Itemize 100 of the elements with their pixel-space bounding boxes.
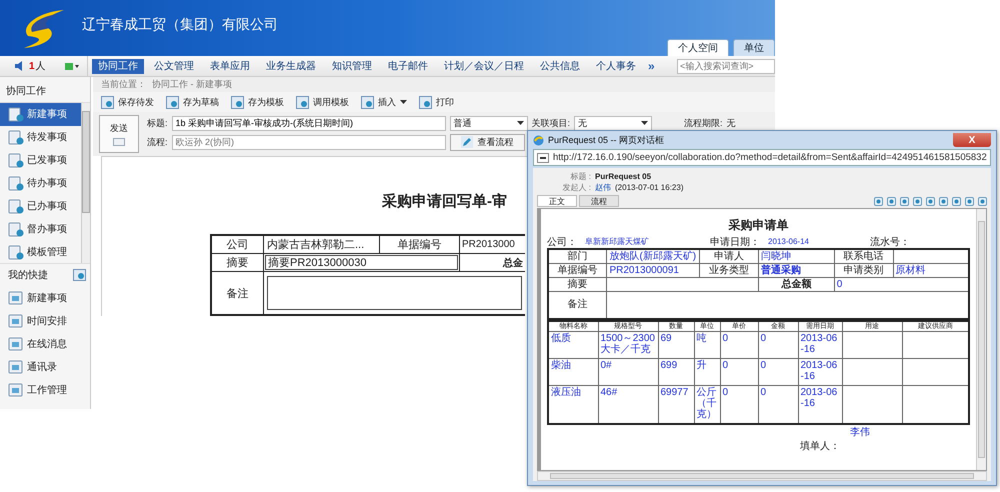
breadcrumb-path: 协同工作 - 新建事项 xyxy=(152,78,232,91)
content-tab[interactable]: 流程 xyxy=(579,195,619,207)
dialog-title: PurRequest 05 -- 网页对话框 xyxy=(548,134,664,146)
nav-item[interactable]: 公共信息 xyxy=(534,58,586,74)
toolbar-button[interactable]: 保存待发 xyxy=(101,96,154,108)
nav-item[interactable]: 公文管理 xyxy=(148,58,200,74)
sidebar-item[interactable]: 督办事项 xyxy=(0,217,81,240)
sidebar-item[interactable]: 已办事项 xyxy=(0,194,81,218)
toolbar-button[interactable]: 调用模板 xyxy=(296,96,349,108)
nav-item[interactable]: 表单应用 xyxy=(204,58,256,74)
breadcrumb-label: 当前位置： xyxy=(101,78,146,91)
sidebar-item[interactable]: 新建事项 xyxy=(0,103,81,126)
serial-label: 流水号： xyxy=(870,236,910,248)
sidebar-item[interactable]: 待发事项 xyxy=(0,126,81,149)
shortcut-item[interactable]: 新建事项 xyxy=(0,286,90,309)
status-icon[interactable] xyxy=(65,62,79,70)
deadline-value: 无 xyxy=(726,116,736,130)
toolbar-button[interactable]: 存为草稿 xyxy=(166,96,219,108)
company-value: 阜新新邱露天煤矿 xyxy=(585,236,649,247)
table-cell: 联系电话 xyxy=(834,249,894,264)
toolbar-icon[interactable] xyxy=(913,196,922,206)
envelope-icon xyxy=(113,138,125,146)
date-value: 2013-06-14 xyxy=(768,237,809,246)
related-select[interactable]: 无 xyxy=(574,116,652,130)
url-text: http://172.16.0.190/seeyon/collaboration.do?method=detail&from=Sent&affairId=424951461581505832 xyxy=(553,152,987,163)
date-label: 申请日期： xyxy=(710,236,760,248)
toolbar-icon[interactable] xyxy=(900,196,909,206)
shortcut-item[interactable]: 通讯录 xyxy=(0,355,90,378)
subject-field[interactable]: 1b 采购申请回写单-审核成功-(系统日期时间) xyxy=(172,116,446,130)
table-cell: 0 xyxy=(722,333,728,344)
page-icon xyxy=(537,152,549,162)
table-cell: 2013-06-16 xyxy=(800,360,838,382)
address-bar[interactable]: http://172.16.0.190/seeyon/collaboration.do?method=detail&from=Sent&affairId=424951461581505832 xyxy=(533,149,991,166)
scrollbar[interactable] xyxy=(537,471,987,481)
subject-value: PurRequest 05 xyxy=(595,172,652,181)
sent-time: (2013-07-01 16:23) xyxy=(615,183,684,192)
table-cell: 备注 xyxy=(212,272,264,314)
company-label: 公司： xyxy=(547,236,577,248)
table-cell: 0 xyxy=(722,360,728,371)
nav-item[interactable]: 知识管理 xyxy=(326,58,378,74)
shortcut-item[interactable]: 时间安排 xyxy=(0,309,90,332)
view-flow-button[interactable]: 查看流程 xyxy=(450,134,525,150)
nav-item[interactable]: 计划／会议／日程 xyxy=(438,58,530,74)
scrollbar[interactable] xyxy=(976,209,986,470)
table-cell: 部门 xyxy=(548,249,607,264)
toolbar-button[interactable]: 打印 xyxy=(419,96,454,108)
document-icon xyxy=(231,96,244,108)
related-label: 关联项目: xyxy=(532,116,570,130)
sidebar-item[interactable]: 模板管理 xyxy=(0,240,81,263)
toolbar-icon[interactable] xyxy=(978,196,987,206)
scrollbar[interactable] xyxy=(81,103,90,263)
table-cell: 单据编号 xyxy=(380,236,460,253)
pencil-icon xyxy=(460,136,473,148)
table-cell: 2013-06-16 xyxy=(800,387,838,409)
table-cell: 0 xyxy=(834,278,969,292)
toolbar-button[interactable]: 存为模板 xyxy=(231,96,284,108)
table-cell: 液压油 xyxy=(551,387,581,398)
table-cell: 总金额 xyxy=(758,278,834,292)
subject-label: 标题: xyxy=(147,116,168,130)
sidebar-item[interactable]: 待办事项 xyxy=(0,172,81,194)
remark-field[interactable] xyxy=(267,276,522,310)
summary-field[interactable]: 摘要PR2013000030 xyxy=(265,255,458,270)
nav-item[interactable]: 电子邮件 xyxy=(382,58,434,74)
content-tab[interactable]: 正文 xyxy=(537,195,577,207)
caret-icon xyxy=(516,121,524,125)
search-field[interactable]: <输入搜索词查询> xyxy=(677,58,775,74)
document-icon xyxy=(296,96,309,108)
flow-field[interactable]: 欧运孙 2(协同) xyxy=(172,134,446,150)
online-count[interactable]: 1 xyxy=(29,60,35,72)
toolbar-button[interactable]: 插入 xyxy=(361,96,407,108)
sidebar-item[interactable]: 已发事项 xyxy=(0,148,81,172)
toolbar-icon[interactable] xyxy=(952,196,961,206)
priority-select[interactable]: 普通 xyxy=(450,116,528,130)
space-tab[interactable]: 个人空间 xyxy=(667,39,729,56)
document-icon xyxy=(419,96,432,108)
nav-item[interactable]: 业务生成器 xyxy=(260,58,322,74)
settings-icon[interactable] xyxy=(73,269,86,281)
close-button[interactable]: X xyxy=(953,133,991,147)
space-tab[interactable]: 单位 xyxy=(733,39,775,56)
toolbar-icon[interactable] xyxy=(887,196,896,206)
shortcut-item[interactable]: 在线消息 xyxy=(0,332,90,355)
table-cell: 46# xyxy=(600,387,618,398)
table-cell: 原材料 xyxy=(893,264,969,278)
deadline-label: 流程期限: xyxy=(684,116,723,130)
nav-item[interactable]: 个人事务 xyxy=(590,58,642,74)
toolbar-icon[interactable] xyxy=(874,196,883,206)
shortcut-item[interactable]: 工作管理 xyxy=(0,378,90,401)
toolbar-icon[interactable] xyxy=(926,196,935,206)
table-cell: 公斤（千克） xyxy=(696,387,716,420)
toolbar-icon[interactable] xyxy=(939,196,948,206)
more-button[interactable]: » xyxy=(648,59,655,73)
send-button[interactable]: 发送 xyxy=(99,115,139,153)
table-cell: 申请人 xyxy=(700,249,758,264)
toolbar-icon[interactable] xyxy=(965,196,974,206)
nav-item[interactable]: 协同工作 xyxy=(92,58,144,74)
table-cell: 放炮队(新邱露天矿) xyxy=(606,249,700,264)
sender-label: 发起人 : xyxy=(562,182,591,193)
table-cell: 1500～2300大卡／千克 xyxy=(600,333,655,355)
sender-link[interactable]: 赵伟 xyxy=(595,182,611,193)
table-cell: 公司 xyxy=(212,236,264,253)
